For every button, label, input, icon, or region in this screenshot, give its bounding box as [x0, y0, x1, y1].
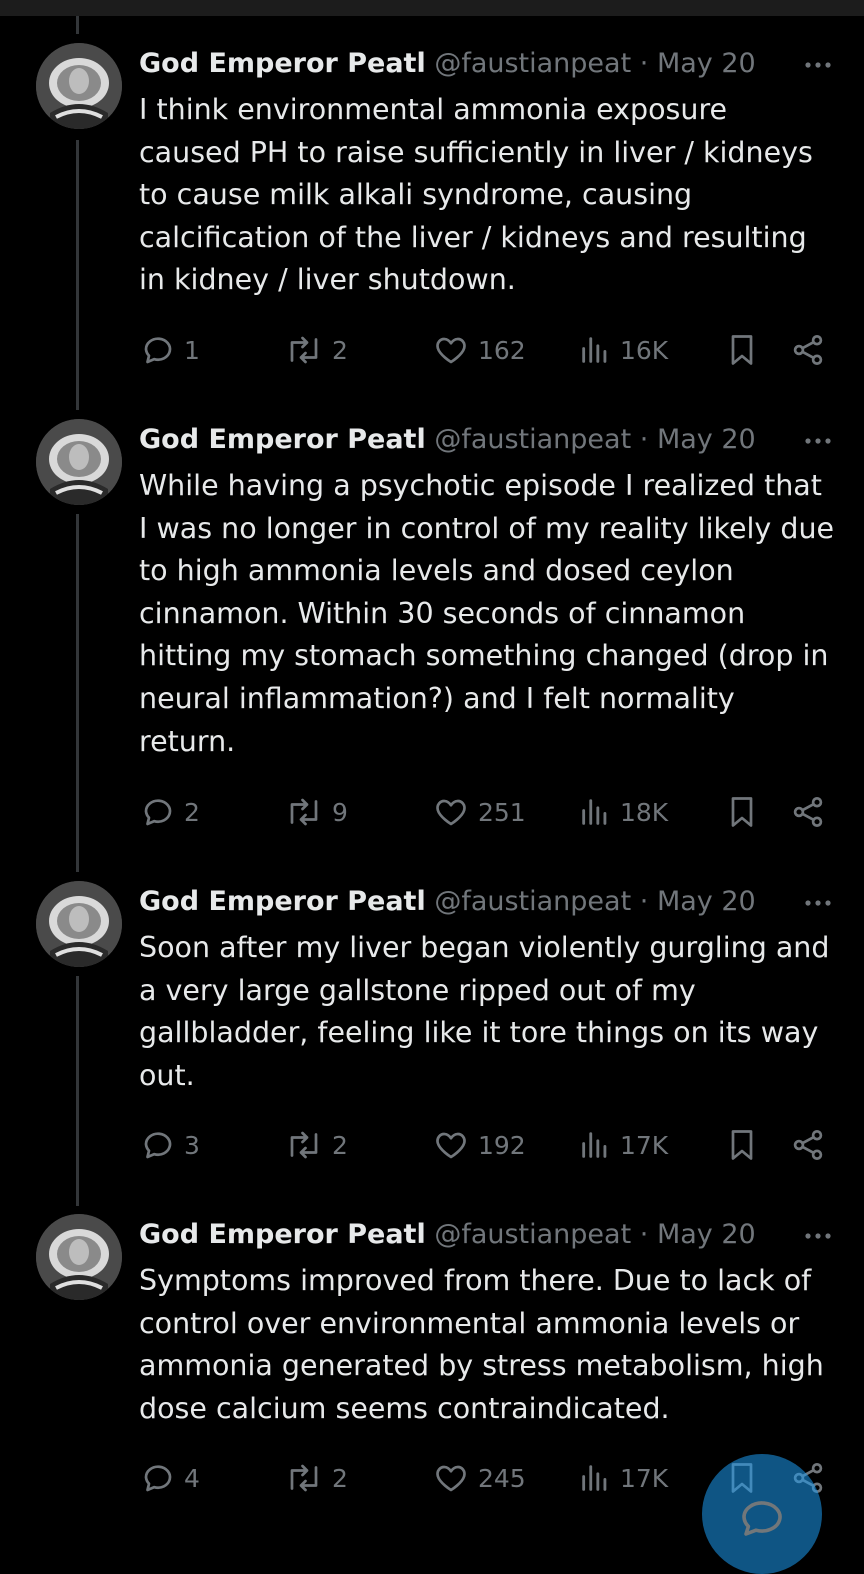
author-name[interactable]: God Emperor Peatl — [139, 1219, 426, 1250]
retweet-button[interactable]: 2 — [284, 1458, 348, 1498]
retweet-count: 2 — [332, 1463, 348, 1493]
reply-button[interactable]: 4 — [140, 1458, 200, 1498]
tweet-header: God Emperor Peatl @faustianpeat · May 20 — [139, 1217, 834, 1253]
compose-reply-button[interactable] — [702, 1454, 822, 1574]
retweet-icon — [290, 1464, 318, 1492]
tweet[interactable]: God Emperor Peatl @faustianpeat · May 20… — [0, 0, 864, 1539]
view-count: 17K — [620, 1463, 669, 1493]
separator: · — [639, 1219, 649, 1250]
more-horizontal-icon — [805, 1233, 831, 1239]
like-count: 245 — [478, 1463, 526, 1493]
compose-reply-icon — [742, 1501, 782, 1536]
bar-chart-icon — [582, 1465, 607, 1491]
heart-icon — [436, 1465, 466, 1492]
reply-count: 4 — [184, 1463, 200, 1493]
tweet-text: Symptoms improved from there. Due to lac… — [139, 1264, 824, 1425]
reply-bubble-icon — [144, 1465, 172, 1492]
more-button[interactable] — [802, 1217, 834, 1253]
avatar-portrait-icon — [36, 1214, 122, 1300]
avatar[interactable] — [36, 1214, 122, 1300]
author-handle[interactable]: @faustianpeat — [434, 1219, 631, 1250]
views-button[interactable]: 17K — [578, 1458, 668, 1498]
timestamp[interactable]: May 20 — [657, 1219, 756, 1250]
like-button[interactable]: 245 — [432, 1458, 526, 1498]
